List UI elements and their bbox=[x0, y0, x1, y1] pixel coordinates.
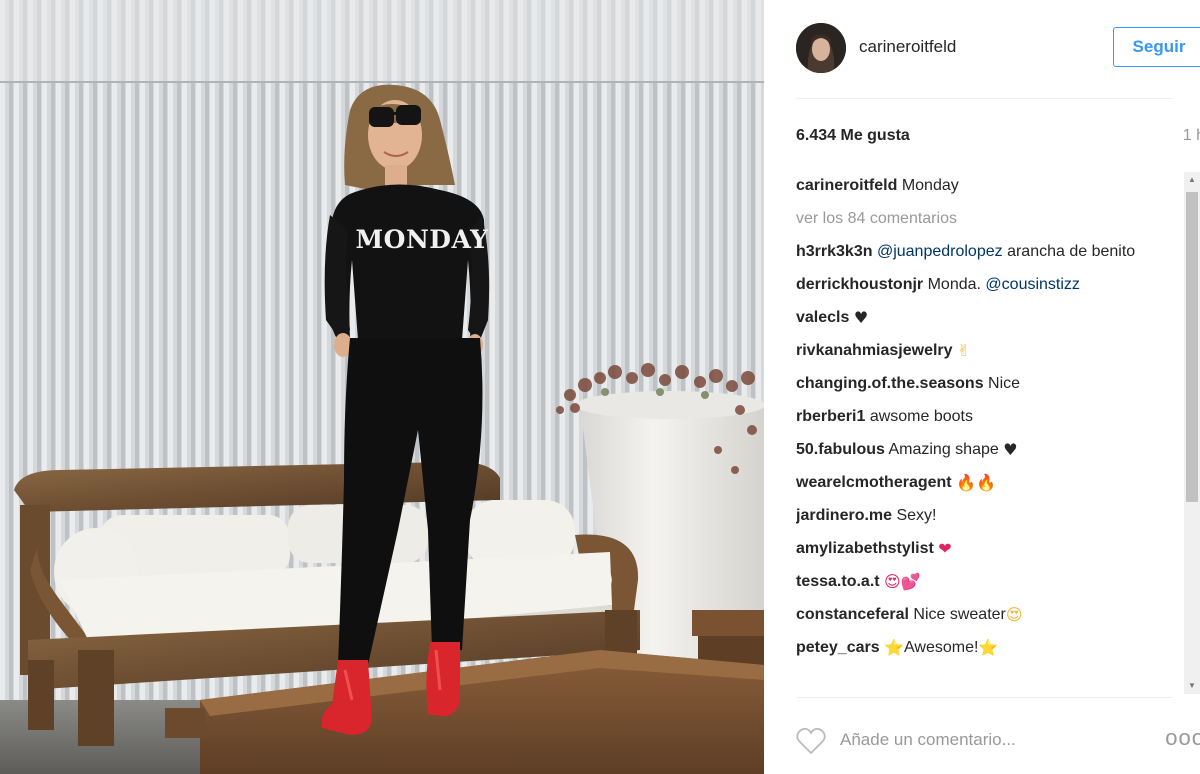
add-comment-section: ooo bbox=[796, 697, 1200, 774]
comment-username[interactable]: h3rrk3k3n bbox=[796, 243, 873, 260]
comment-username[interactable]: wearelcmotheragent bbox=[796, 474, 952, 491]
heart-eyes-icon: 😍💕 bbox=[884, 572, 921, 591]
comment-item: amylizabethstylist ❤ bbox=[796, 537, 1194, 560]
comment-username[interactable]: derrickhoustonjr bbox=[796, 276, 923, 293]
victory-hand-icon: ✌ bbox=[957, 341, 971, 360]
red-heart-icon: ❤ bbox=[938, 539, 952, 558]
comment-username[interactable]: jardinero.me bbox=[796, 507, 892, 524]
comment-username[interactable]: changing.of.the.seasons bbox=[796, 375, 984, 392]
comment-username[interactable]: rivkanahmiasjewelry bbox=[796, 342, 953, 359]
follow-button[interactable]: Seguir bbox=[1113, 27, 1200, 67]
star-icon: ⭐ bbox=[884, 638, 904, 657]
fire-icon: 🔥🔥 bbox=[956, 473, 996, 492]
post-photo-illustration: MONDAY bbox=[0, 0, 764, 774]
view-all-comments-link[interactable]: ver los 84 comentarios bbox=[796, 207, 1194, 230]
ellipsis-icon[interactable]: ooo bbox=[1165, 727, 1200, 749]
arrow-up-icon[interactable]: ▲ bbox=[1184, 172, 1200, 188]
comment-text: Amazing shape bbox=[888, 441, 999, 458]
comment-item: 50.fabulous Amazing shape ♥ bbox=[796, 438, 1194, 461]
comment-username[interactable]: amylizabethstylist bbox=[796, 540, 934, 557]
comment-item: derrickhoustonjr Monda. @cousinstizz bbox=[796, 273, 1194, 296]
comment-item: changing.of.the.seasons Nice bbox=[796, 372, 1194, 395]
post-timestamp[interactable]: 1 h bbox=[1183, 127, 1200, 145]
likes-row: 6.434 Me gusta 1 h bbox=[796, 127, 1200, 149]
heart-outline-icon[interactable] bbox=[796, 727, 826, 755]
black-heart-icon: ♥ bbox=[853, 308, 869, 327]
comment-username[interactable]: constanceferal bbox=[796, 606, 909, 623]
comment-username[interactable]: rberberi1 bbox=[796, 408, 865, 425]
heart-eyes-icon: 😍 bbox=[1005, 605, 1023, 624]
comment-item: petey_cars ⭐Awesome!⭐ bbox=[796, 636, 1194, 659]
comment-input[interactable] bbox=[840, 728, 1120, 752]
scrollbar-thumb[interactable] bbox=[1186, 192, 1198, 502]
comment-mention[interactable]: @cousinstizz bbox=[985, 276, 1080, 293]
comment-item: tessa.to.a.t 😍💕 bbox=[796, 570, 1194, 593]
comment-username[interactable]: petey_cars bbox=[796, 639, 880, 656]
comment-item: h3rrk3k3n @juanpedrolopez arancha de ben… bbox=[796, 240, 1194, 263]
caption-text: Monday bbox=[901, 177, 959, 194]
sweater-text: MONDAY bbox=[356, 225, 490, 254]
comment-item: jardinero.me Sexy! bbox=[796, 504, 1194, 527]
arrow-down-icon[interactable]: ▼ bbox=[1184, 678, 1200, 694]
post-header: carineroitfeld Seguir bbox=[796, 23, 1200, 99]
black-heart-icon: ♥ bbox=[1003, 440, 1018, 459]
comment-item: constanceferal Nice sweater😍 bbox=[796, 603, 1194, 626]
comment-text: Nice sweater bbox=[913, 606, 1006, 623]
post-details-panel: carineroitfeld Seguir 6.434 Me gusta 1 h… bbox=[764, 0, 1200, 774]
comment-text: Monda. bbox=[927, 276, 981, 293]
comments-list[interactable]: carineroitfeld Monday ver los 84 comenta… bbox=[796, 174, 1194, 696]
comment-text: Nice bbox=[988, 375, 1021, 392]
comment-item: wearelcmotheragent 🔥🔥 bbox=[796, 471, 1194, 494]
comment-mention[interactable]: @juanpedrolopez bbox=[877, 243, 1003, 260]
comment-item: rivkanahmiasjewelry ✌ bbox=[796, 339, 1194, 362]
caption-username[interactable]: carineroitfeld bbox=[796, 177, 897, 194]
comment-text: awsome boots bbox=[869, 408, 973, 425]
comment-text: Awesome! bbox=[904, 639, 979, 656]
star-icon: ⭐ bbox=[978, 638, 999, 657]
comment-username[interactable]: tessa.to.a.t bbox=[796, 573, 880, 590]
caption: carineroitfeld Monday bbox=[796, 174, 1194, 197]
comment-text: arancha de benito bbox=[1007, 243, 1136, 260]
avatar-image bbox=[796, 23, 846, 73]
post-photo[interactable]: MONDAY bbox=[0, 0, 764, 774]
comment-text: Sexy! bbox=[896, 507, 937, 524]
avatar[interactable] bbox=[796, 23, 846, 73]
comment-item: rberberi1 awsome boots bbox=[796, 405, 1194, 428]
comment-username[interactable]: valecls bbox=[796, 309, 849, 326]
likes-count[interactable]: 6.434 Me gusta bbox=[796, 127, 910, 145]
comment-username[interactable]: 50.fabulous bbox=[796, 441, 885, 458]
comments-scrollbar[interactable]: ▲ ▼ bbox=[1184, 172, 1200, 694]
post-author-username[interactable]: carineroitfeld bbox=[859, 37, 956, 57]
comment-item: valecls ♥ bbox=[796, 306, 1194, 329]
